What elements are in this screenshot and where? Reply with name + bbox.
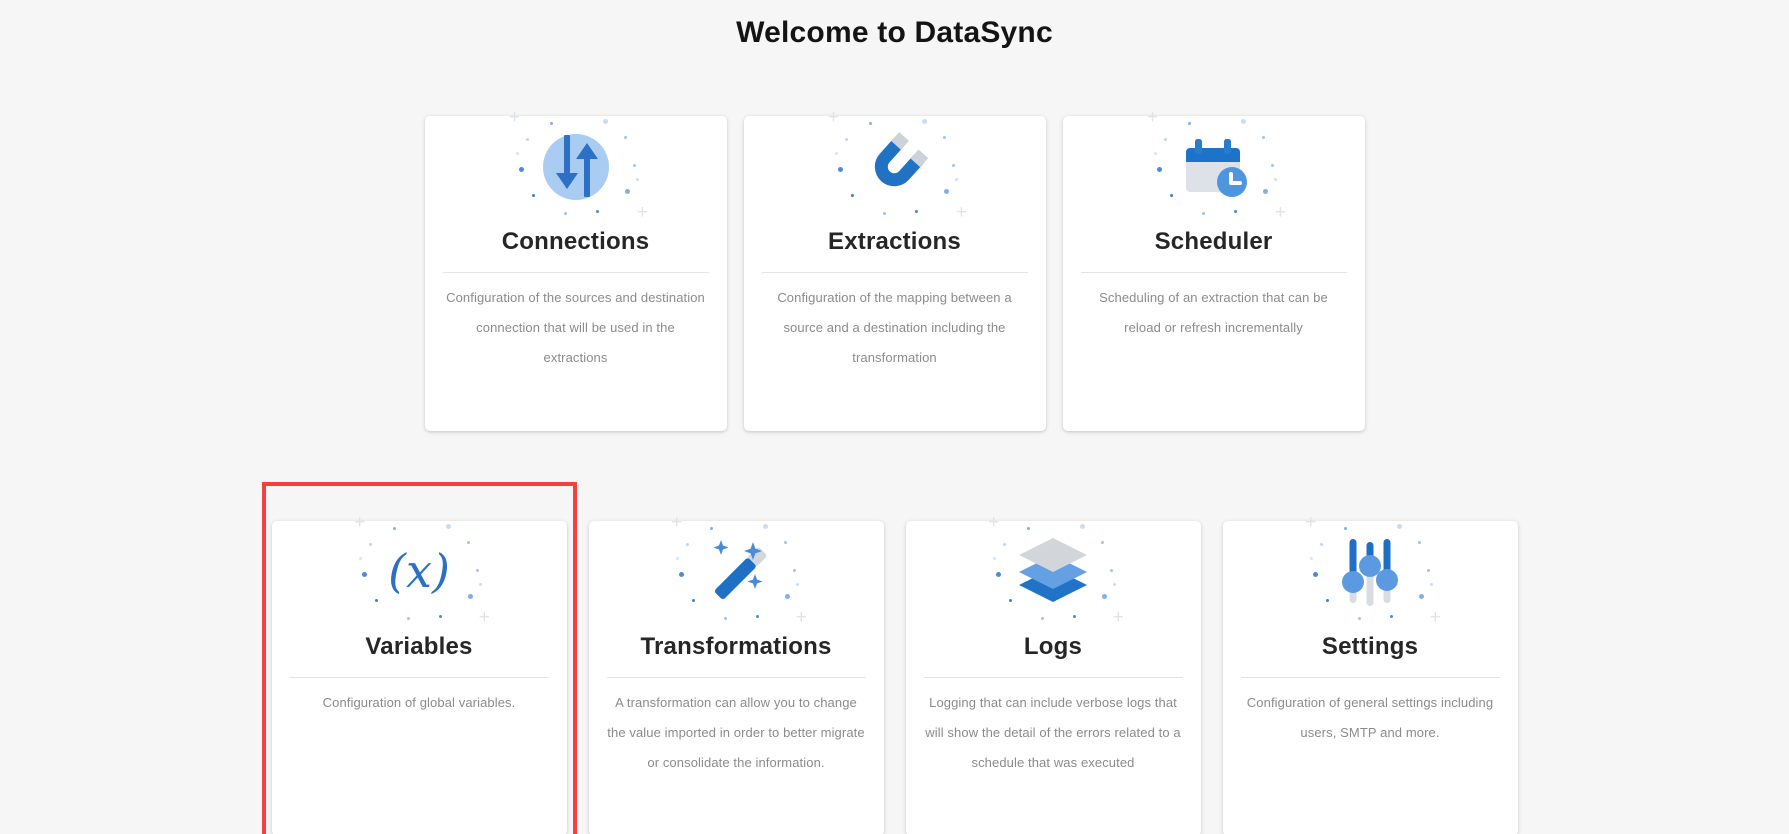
sparkle-star-icon: +: [354, 513, 365, 532]
sparkle-dots: [736, 571, 739, 574]
page-title: Welcome to DataSync: [0, 0, 1789, 50]
card-scheduler[interactable]: + + Scheduler Scheduling of an extractio…: [1063, 116, 1365, 431]
sliders-icon: + +: [1223, 521, 1518, 621]
card-settings[interactable]: + + Settings Con: [1223, 521, 1518, 834]
card-title: Settings: [1223, 633, 1518, 661]
card-wrap-transformations: + + Transformations A transformation ca: [589, 491, 884, 834]
sparkle-star-icon: +: [637, 203, 648, 222]
card-description: Configuration of global variables.: [272, 678, 567, 718]
card-description: Configuration of general settings includ…: [1223, 678, 1518, 748]
card-description: Configuration of the sources and destina…: [425, 273, 727, 373]
sparkle-star-icon: +: [479, 608, 490, 627]
sparkle-dots: [1214, 166, 1217, 169]
cards-row-bottom: + + (x) Variables Configuration of globa…: [0, 491, 1789, 834]
card-title: Transformations: [589, 633, 884, 661]
sparkle-dots: [1370, 571, 1373, 574]
highlight-border: + + (x) Variables Configuration of globa…: [272, 491, 567, 834]
sparkle-star-icon: +: [671, 513, 682, 532]
magic-wand-icon: + +: [589, 521, 884, 621]
card-connections[interactable]: + + Connections Configuration of the sou…: [425, 116, 727, 431]
layers-icon: + +: [906, 521, 1201, 621]
magnet-icon: + +: [744, 116, 1046, 216]
card-logs[interactable]: + + Logs Logging that can include verbos…: [906, 521, 1201, 834]
sparkle-dots: [419, 571, 422, 574]
sparkle-star-icon: +: [956, 203, 967, 222]
card-title: Variables: [272, 633, 567, 661]
sparkle-star-icon: +: [1305, 513, 1316, 532]
sparkle-star-icon: +: [796, 608, 807, 627]
card-wrap-scheduler: + + Scheduler Scheduling of an extractio…: [1063, 86, 1365, 431]
sparkle-star-icon: +: [1430, 608, 1441, 627]
card-title: Logs: [906, 633, 1201, 661]
card-transformations[interactable]: + + Transformations A transformation ca: [589, 521, 884, 834]
sparkle-dots: [1053, 571, 1056, 574]
calendar-clock-icon: + +: [1063, 116, 1365, 216]
sparkle-star-icon: +: [1147, 108, 1158, 127]
card-wrap-logs: + + Logs Logging that can include verbos…: [906, 491, 1201, 834]
sparkle-star-icon: +: [509, 108, 520, 127]
card-extractions[interactable]: + + Extractions Configuration of the map…: [744, 116, 1046, 431]
sparkle-dots: [576, 166, 579, 169]
card-title: Extractions: [744, 228, 1046, 256]
sparkle-star-icon: +: [1113, 608, 1124, 627]
card-wrap-settings: + + Settings Con: [1223, 491, 1518, 834]
sparkle-dots: [895, 166, 898, 169]
card-title: Connections: [425, 228, 727, 256]
sparkle-star-icon: +: [828, 108, 839, 127]
card-description: A transformation can allow you to change…: [589, 678, 884, 778]
card-title: Scheduler: [1063, 228, 1365, 256]
card-description: Configuration of the mapping between a s…: [744, 273, 1046, 373]
card-wrap-extractions: + + Extractions Configuration of the map…: [744, 86, 1046, 431]
card-description: Scheduling of an extraction that can be …: [1063, 273, 1365, 343]
card-description: Logging that can include verbose logs th…: [906, 678, 1201, 778]
function-x-icon: + + (x): [272, 521, 567, 621]
card-wrap-connections: + + Connections Configuration of the sou…: [425, 86, 727, 431]
cards-row-top: + + Connections Configuration of the sou…: [0, 86, 1789, 431]
sparkle-star-icon: +: [988, 513, 999, 532]
sync-arrows-icon: + +: [425, 116, 727, 216]
sparkle-star-icon: +: [1275, 203, 1286, 222]
card-variables[interactable]: + + (x) Variables Configuration of globa…: [272, 521, 567, 834]
